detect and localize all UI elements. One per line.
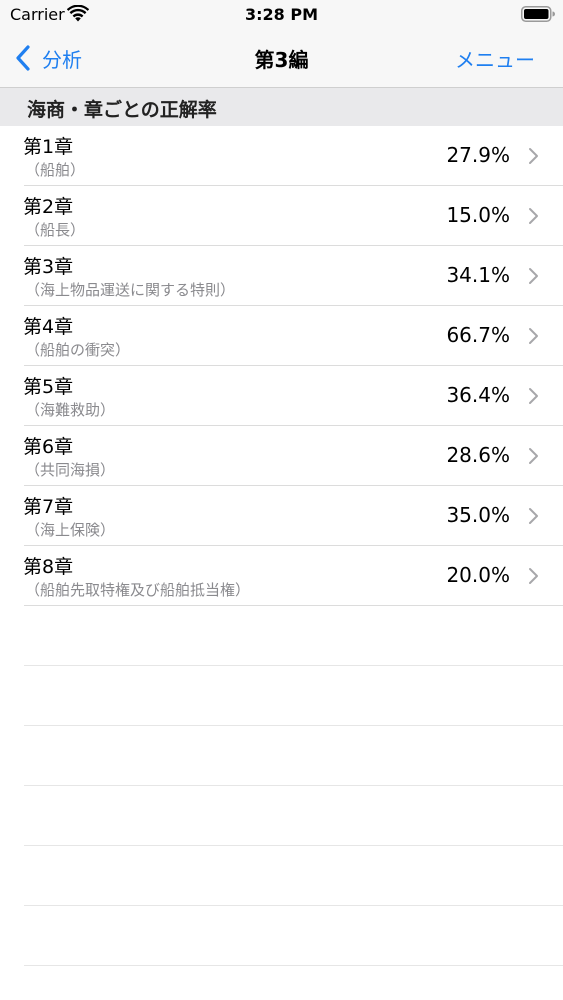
chapter-list: 第1章 （船舶） 27.9% 第2章 （船長） 15.0% 第3章 （海上物品運… — [0, 126, 563, 966]
chapter-subtitle: （船舶の衝突） — [25, 341, 131, 359]
accuracy-rate: 20.0% — [446, 563, 510, 587]
list-item-chapter-4[interactable]: 第4章 （船舶の衝突） 66.7% — [23, 306, 563, 366]
empty-row-separator — [24, 606, 563, 666]
chevron-right-icon — [529, 448, 538, 464]
chapter-title: 第6章 — [23, 436, 74, 458]
section-title: 海商・章ごとの正解率 — [27, 99, 217, 121]
accuracy-rate: 28.6% — [446, 443, 510, 467]
menu-button[interactable]: メニュー — [455, 44, 535, 73]
section-header: 海商・章ごとの正解率 — [0, 88, 563, 126]
empty-row-separator — [24, 726, 563, 786]
chapter-subtitle: （船舶先取特権及び船舶抵当権） — [25, 581, 251, 599]
chevron-right-icon — [529, 268, 538, 284]
chapter-subtitle: （海難救助） — [25, 401, 116, 419]
status-bar: Carrier 3:28 PM — [0, 0, 563, 30]
chapter-subtitle: （船舶） — [25, 161, 86, 179]
chapter-subtitle: （海上保険） — [25, 521, 116, 539]
chapter-subtitle: （海上物品運送に関する特則） — [25, 281, 236, 299]
chevron-right-icon — [529, 148, 538, 164]
clock: 3:28 PM — [244, 5, 318, 24]
list-item-chapter-2[interactable]: 第2章 （船長） 15.0% — [23, 186, 563, 246]
empty-row-separator — [24, 846, 563, 906]
chevron-right-icon — [529, 388, 538, 404]
chapter-title: 第4章 — [23, 316, 74, 338]
list-item-chapter-8[interactable]: 第8章 （船舶先取特権及び船舶抵当権） 20.0% — [23, 546, 563, 606]
chevron-right-icon — [529, 208, 538, 224]
chapter-title: 第3章 — [23, 256, 74, 278]
list-item-chapter-5[interactable]: 第5章 （海難救助） 36.4% — [23, 366, 563, 426]
chevron-right-icon — [529, 508, 538, 524]
battery-icon — [521, 6, 555, 22]
empty-row-separator — [24, 666, 563, 726]
accuracy-rate: 15.0% — [446, 203, 510, 227]
chapter-title: 第1章 — [23, 136, 74, 158]
list-item-chapter-3[interactable]: 第3章 （海上物品運送に関する特則） 34.1% — [23, 246, 563, 306]
chevron-right-icon — [529, 328, 538, 344]
chapter-subtitle: （船長） — [25, 221, 86, 239]
accuracy-rate: 35.0% — [446, 503, 510, 527]
empty-row-separator — [24, 786, 563, 846]
chapter-title: 第8章 — [23, 556, 74, 578]
accuracy-rate: 36.4% — [446, 383, 510, 407]
chapter-title: 第2章 — [23, 196, 74, 218]
list-item-chapter-1[interactable]: 第1章 （船舶） 27.9% — [23, 126, 563, 186]
chevron-right-icon — [529, 568, 538, 584]
list-item-chapter-6[interactable]: 第6章 （共同海損） 28.6% — [23, 426, 563, 486]
chapter-title: 第7章 — [23, 496, 74, 518]
chapter-subtitle: （共同海損） — [25, 461, 116, 479]
navigation-bar: 分析 第3編 メニュー — [0, 30, 563, 88]
chapter-title: 第5章 — [23, 376, 74, 398]
list-item-chapter-7[interactable]: 第7章 （海上保険） 35.0% — [23, 486, 563, 546]
accuracy-rate: 34.1% — [446, 263, 510, 287]
empty-row-separator — [24, 906, 563, 966]
accuracy-rate: 66.7% — [446, 323, 510, 347]
accuracy-rate: 27.9% — [446, 143, 510, 167]
